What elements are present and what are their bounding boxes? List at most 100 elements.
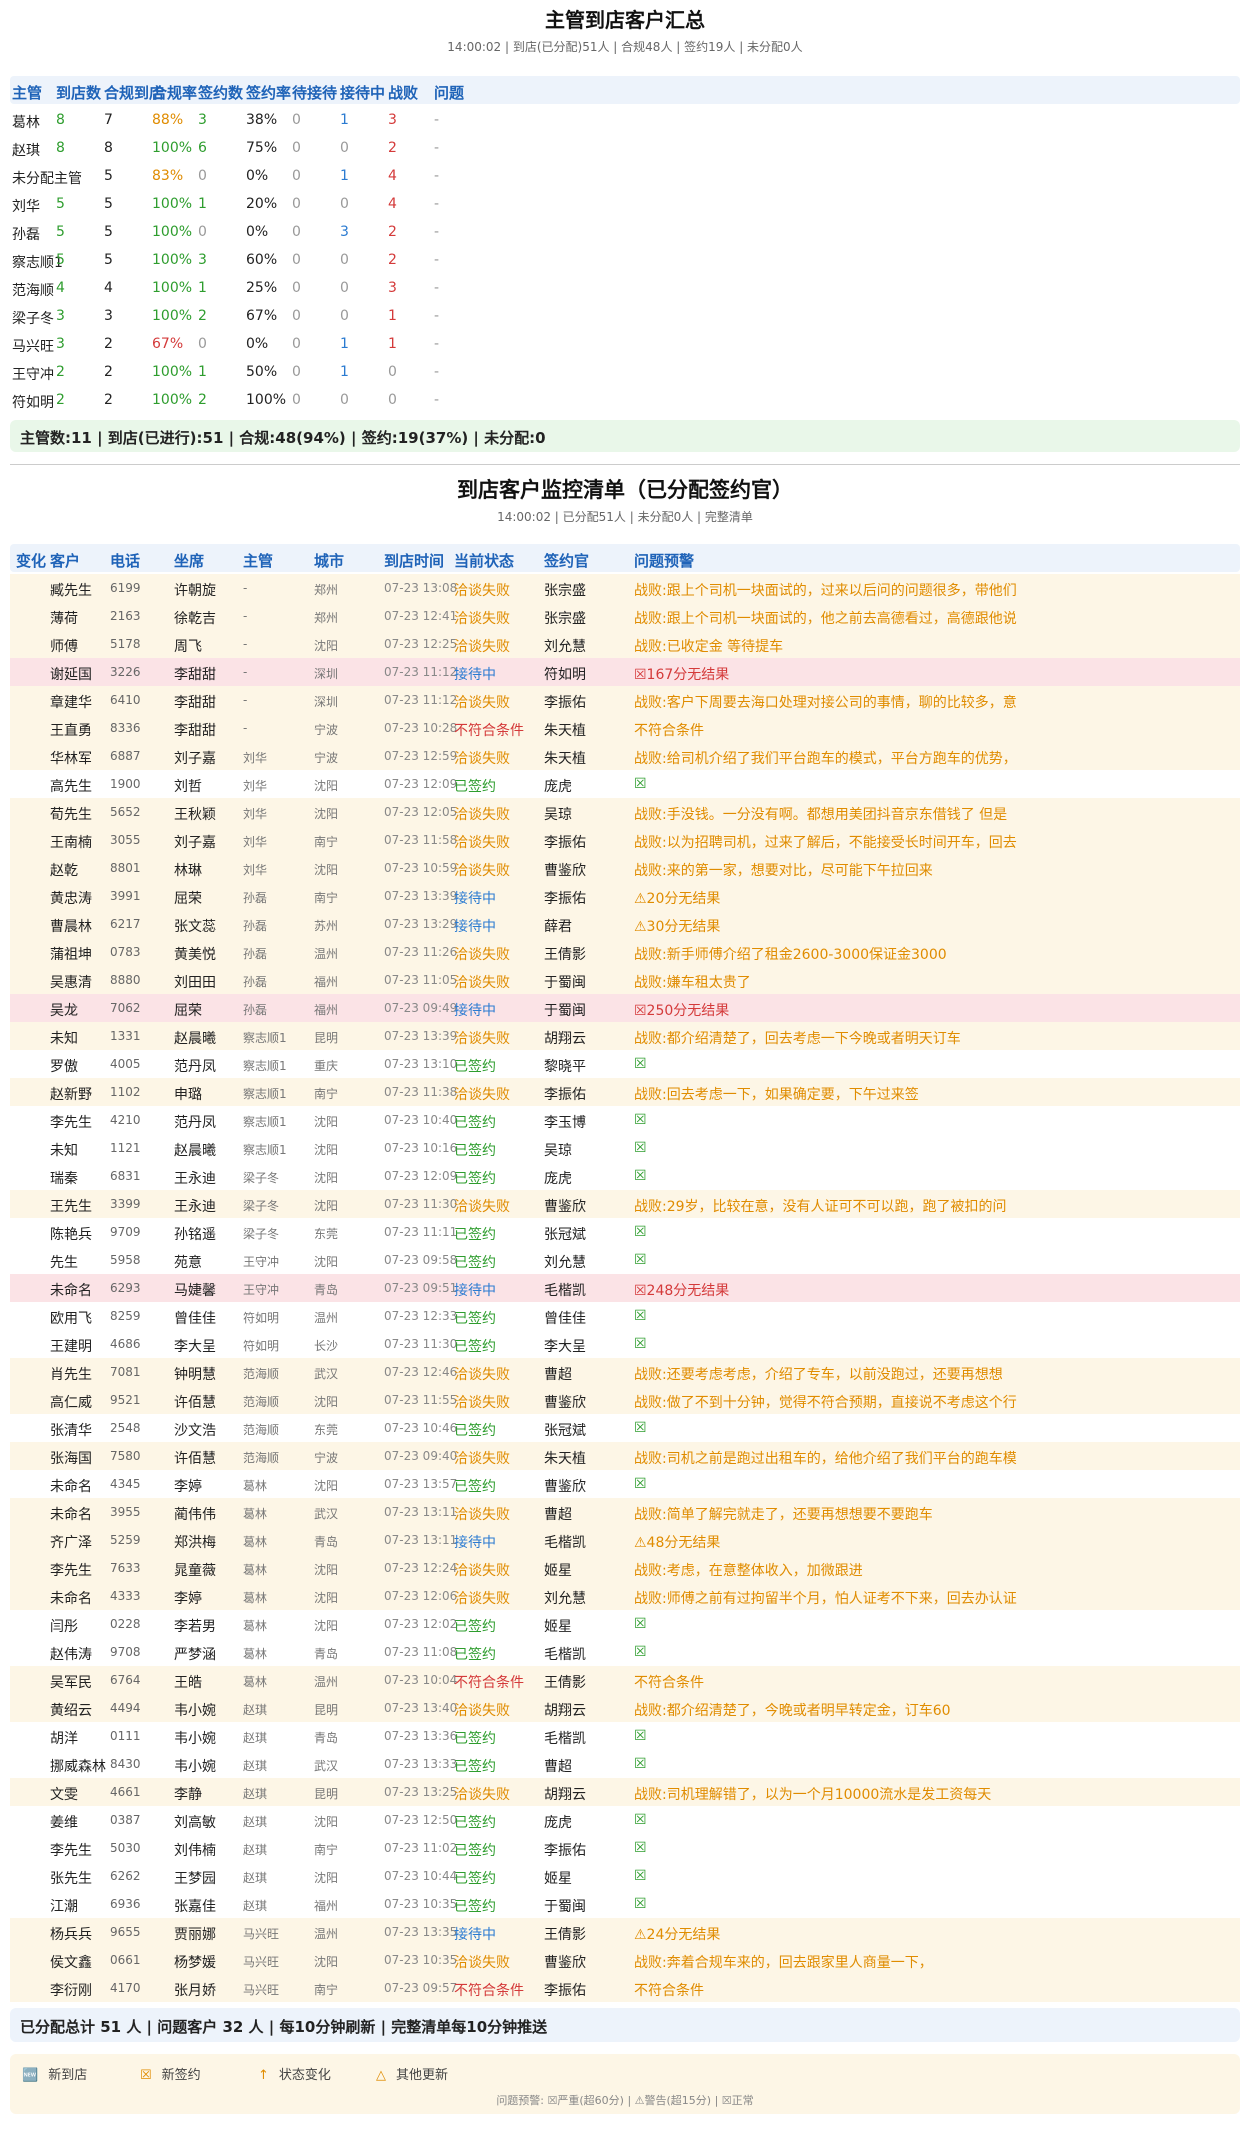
customer-row[interactable]: 李衍刚 4170 张月娇 马兴旺 南宁 07-23 09:57 不符合条件 李振佑 不符合条件 <box>10 1974 1240 2002</box>
customer-row[interactable]: 谢延国 3226 李甜甜 - 深圳 07-23 11:12 接待中 符如明 ☒167分无结果 <box>10 658 1240 686</box>
customer-row[interactable]: 臧先生 6199 许朝旋 - 郑州 07-23 13:08 洽谈失败 张宗盛 战败:跟上个司机一… <box>10 574 1240 602</box>
customer-row[interactable]: 未命名 6293 马婕馨 王守冲 青岛 07-23 09:51 接待中 毛楷凯 ☒248分无结果 <box>10 1274 1240 1302</box>
city-name: 沈阳 <box>314 1115 339 1129</box>
alert-text: 战败:29岁，比较在意，没有人证可不可以跑，跑了被扣的问 <box>634 1199 1007 1215</box>
arrow-up-icon: ↑ <box>258 2068 269 2083</box>
supervisor-name: 范海顺 <box>243 1451 280 1465</box>
customer-row[interactable]: 姜维 0387 刘高敏 赵琪 沈阳 07-23 12:50 已签约 庞虎 ☒ <box>10 1806 1240 1834</box>
customer-row[interactable]: 荀先生 5652 王秋颖 刘华 沈阳 07-23 12:05 洽谈失败 吴琼 战败:手没钱。一分… <box>10 798 1240 826</box>
status-label: 已签约 <box>454 1647 496 1663</box>
city-name: 沈阳 <box>314 1955 339 1969</box>
arrival-time: 07-23 13:40 <box>384 1701 458 1715</box>
customer-row[interactable]: 侯文鑫 0661 杨梦媛 马兴旺 沈阳 07-23 10:35 洽谈失败 曹鉴欣 战败:奔着合规… <box>10 1946 1240 1974</box>
triangle-icon: △ <box>376 2068 386 2083</box>
customer-row[interactable]: 师傅 5178 周飞 - 沈阳 07-23 12:25 洽谈失败 刘允慧 战败:已收定金 等待提… <box>10 630 1240 658</box>
customer-row[interactable]: 李先生 7633 晁童薇 葛林 沈阳 07-23 12:24 洽谈失败 姬星 战败:考虑，在意整… <box>10 1554 1240 1582</box>
customer-row[interactable]: 高仁威 9521 许佰慧 范海顺 沈阳 07-23 11:55 洽谈失败 曹鉴欣 战败:做了不到… <box>10 1386 1240 1414</box>
supervisor-name: 赵琪 <box>243 1759 268 1773</box>
summary-cell-issue: - <box>434 336 440 352</box>
customer-row[interactable]: 李先生 5030 刘伟楠 赵琪 南宁 07-23 11:02 已签约 李振佑 ☒ <box>10 1834 1240 1862</box>
summary-cell-arrivals: 3 <box>56 336 65 352</box>
supervisor-name: 葛林 <box>243 1507 268 1521</box>
status-label: 洽谈失败 <box>454 1591 510 1607</box>
customer-row[interactable]: 蒲祖坤 0783 黄美悦 孙磊 温州 07-23 11:26 洽谈失败 王倩影 战败:新手师傅介… <box>10 938 1240 966</box>
customer-row[interactable]: 王直勇 8336 李甜甜 - 宁波 07-23 10:28 不符合条件 朱天植 不符合条件 <box>10 714 1240 742</box>
customer-row[interactable]: 闫彤 0228 李若男 葛林 沈阳 07-23 12:02 已签约 姬星 ☒ <box>10 1610 1240 1638</box>
summary-cell-arrivals: 3 <box>56 308 65 324</box>
alert-text: 战败:手没钱。一分没有啊。都想用美团抖音京东借钱了 但是 <box>634 807 1008 823</box>
arrival-time: 07-23 12:25 <box>384 637 458 651</box>
arrival-time: 07-23 12:24 <box>384 1561 458 1575</box>
customer-row[interactable]: 文雯 4661 李静 赵琪 昆明 07-23 13:25 洽谈失败 胡翔云 战败:司机理解错了，… <box>10 1778 1240 1806</box>
customer-row[interactable]: 未命名 4345 李婷 葛林 沈阳 07-23 13:57 已签约 曹鉴欣 ☒ <box>10 1470 1240 1498</box>
customer-row[interactable]: 赵新野 1102 申璐 察志顺1 南宁 07-23 11:38 洽谈失败 李振佑 战败:回去考虑… <box>10 1078 1240 1106</box>
customer-row[interactable]: 未命名 3955 蔺伟伟 葛林 武汉 07-23 13:11 洽谈失败 曹超 战败:简单了解完就… <box>10 1498 1240 1526</box>
legend-item-new-signed: ☒ 新签约 <box>140 2064 201 2083</box>
customer-row[interactable]: 黄绍云 4494 韦小婉 赵琪 昆明 07-23 13:40 洽谈失败 胡翔云 战败:都介绍清楚… <box>10 1694 1240 1722</box>
city-name: 沈阳 <box>314 1171 339 1185</box>
customer-row[interactable]: 陈艳兵 9709 孙铭遥 梁子冬 东莞 07-23 11:11 已签约 张冠斌 ☒ <box>10 1218 1240 1246</box>
arrival-time: 07-23 13:25 <box>384 1785 458 1799</box>
customer-name: 罗傲 <box>50 1059 78 1075</box>
arrival-time: 07-23 11:30 <box>384 1337 458 1351</box>
customer-row[interactable]: 齐广泽 5259 郑洪梅 葛林 青岛 07-23 13:11 接待中 毛楷凯 ⚠48分无结果 <box>10 1526 1240 1554</box>
summary-cell-compliant: 5 <box>104 168 113 184</box>
summary-cell-compliant: 2 <box>104 392 113 408</box>
seat-agent: 刘高敏 <box>174 1815 216 1831</box>
arrival-time: 07-23 09:57 <box>384 1981 458 1995</box>
customer-row[interactable]: 吴惠清 8880 刘田田 孙磊 福州 07-23 11:05 洽谈失败 于蜀闽 战败:嫌车租太贵… <box>10 966 1240 994</box>
seat-agent: 赵晨曦 <box>174 1143 216 1159</box>
arrival-time: 07-23 10:44 <box>384 1869 458 1883</box>
customer-row[interactable]: 赵伟涛 9708 严梦涵 葛林 青岛 07-23 11:08 已签约 毛楷凯 ☒ <box>10 1638 1240 1666</box>
customer-phone: 6199 <box>110 581 141 595</box>
alert-text: ☒248分无结果 <box>634 1283 730 1299</box>
customer-row[interactable]: 未知 1121 赵晨曦 察志顺1 沈阳 07-23 10:16 已签约 吴琼 ☒ <box>10 1134 1240 1162</box>
customer-row[interactable]: 张先生 6262 王梦园 赵琪 沈阳 07-23 10:44 已签约 姬星 ☒ <box>10 1862 1240 1890</box>
alert-text: ☒ <box>634 1644 647 1660</box>
status-label: 已签约 <box>454 1759 496 1775</box>
customer-row[interactable]: 章建华 6410 李甜甜 - 深圳 07-23 11:12 洽谈失败 李振佑 战败:客户下周要去… <box>10 686 1240 714</box>
customer-row[interactable]: 胡洋 0111 韦小婉 赵琪 青岛 07-23 13:36 已签约 毛楷凯 ☒ <box>10 1722 1240 1750</box>
summary-cell-issue: - <box>434 168 440 184</box>
supervisor-name: 孙磊 <box>243 919 268 933</box>
customer-row[interactable]: 华林军 6887 刘子嘉 刘华 宁波 07-23 12:59 洽谈失败 朱天植 战败:给司机介绍… <box>10 742 1240 770</box>
supervisor-name: 刘华 <box>243 751 268 765</box>
summary-row: 刘华 5 5 100% 1 20% 0 0 4 - <box>10 190 1240 218</box>
customer-phone: 1102 <box>110 1085 141 1099</box>
customer-row[interactable]: 挪威森林 8430 韦小婉 赵琪 武汉 07-23 13:33 已签约 曹超 ☒ <box>10 1750 1240 1778</box>
customer-row[interactable]: 杨兵兵 9655 贾丽娜 马兴旺 温州 07-23 13:35 接待中 王倩影 ⚠24分无结果 <box>10 1918 1240 1946</box>
customer-row[interactable]: 李先生 4210 范丹凤 察志顺1 沈阳 07-23 10:40 已签约 李玉博 ☒ <box>10 1106 1240 1134</box>
customer-row[interactable]: 未知 1331 赵晨曦 察志顺1 昆明 07-23 13:39 洽谈失败 胡翔云 战败:都介绍清… <box>10 1022 1240 1050</box>
customer-phone: 4170 <box>110 1981 141 1995</box>
customer-phone: 5958 <box>110 1253 141 1267</box>
customer-phone: 8430 <box>110 1757 141 1771</box>
customer-row[interactable]: 江潮 6936 张嘉佳 赵琪 福州 07-23 10:35 已签约 于蜀闽 ☒ <box>10 1890 1240 1918</box>
customer-row[interactable]: 肖先生 7081 钟明慧 范海顺 武汉 07-23 12:46 洽谈失败 曹超 战败:还要考虑考… <box>10 1358 1240 1386</box>
seat-agent: 王皓 <box>174 1675 202 1691</box>
signing-officer: 刘允慧 <box>544 1591 586 1607</box>
customer-row[interactable]: 赵乾 8801 林琳 刘华 沈阳 07-23 10:59 洽谈失败 曹鉴欣 战败:来的第一家，想… <box>10 854 1240 882</box>
customer-row[interactable]: 张清华 2548 沙文浩 范海顺 东莞 07-23 10:46 已签约 张冠斌 ☒ <box>10 1414 1240 1442</box>
customer-row[interactable]: 张海国 7580 许佰慧 范海顺 宁波 07-23 09:40 洽谈失败 朱天植 战败:司机之前… <box>10 1442 1240 1470</box>
customer-name: 江潮 <box>50 1899 78 1915</box>
customer-row[interactable]: 未命名 4333 李婷 葛林 沈阳 07-23 12:06 洽谈失败 刘允慧 战败:师傅之前有过… <box>10 1582 1240 1610</box>
customer-row[interactable]: 吴龙 7062 屈荣 孙磊 福州 07-23 09:49 接待中 于蜀闽 ☒250分无结果 <box>10 994 1240 1022</box>
customer-row[interactable]: 王建明 4686 李大呈 符如明 长沙 07-23 11:30 已签约 李大呈 ☒ <box>10 1330 1240 1358</box>
customer-row[interactable]: 先生 5958 苑意 王守冲 沈阳 07-23 09:58 已签约 刘允慧 ☒ <box>10 1246 1240 1274</box>
customer-row[interactable]: 瑞秦 6831 王永迪 梁子冬 沈阳 07-23 12:09 已签约 庞虎 ☒ <box>10 1162 1240 1190</box>
customer-row[interactable]: 王南楠 3055 刘子嘉 刘华 南宁 07-23 11:58 洽谈失败 李振佑 战败:以为招聘司… <box>10 826 1240 854</box>
customer-row[interactable]: 高先生 1900 刘哲 刘华 沈阳 07-23 12:09 已签约 庞虎 ☒ <box>10 770 1240 798</box>
seat-agent: 申璐 <box>174 1087 202 1103</box>
customer-row[interactable]: 黄忠涛 3991 屈荣 孙磊 南宁 07-23 13:39 接待中 李振佑 ⚠20分无结果 <box>10 882 1240 910</box>
customer-row[interactable]: 罗傲 4005 范丹凤 察志顺1 重庆 07-23 13:10 已签约 黎晓平 ☒ <box>10 1050 1240 1078</box>
alert-text: ☒ <box>634 1896 647 1912</box>
seat-agent: 王梦园 <box>174 1871 216 1887</box>
customer-phone: 6764 <box>110 1673 141 1687</box>
customer-row[interactable]: 欧用飞 8259 曾佳佳 符如明 温州 07-23 12:33 已签约 曾佳佳 ☒ <box>10 1302 1240 1330</box>
customer-name: 吴惠清 <box>50 975 92 991</box>
customer-row[interactable]: 王先生 3399 王永迪 梁子冬 沈阳 07-23 11:30 洽谈失败 曹鉴欣 战败:29岁，… <box>10 1190 1240 1218</box>
supervisor-name: 葛林 <box>243 1619 268 1633</box>
customer-row[interactable]: 曹晨林 6217 张文蕊 孙磊 苏州 07-23 13:29 接待中 薛君 ⚠30分无结果 <box>10 910 1240 938</box>
customer-row[interactable]: 薄荷 2163 徐乾吉 - 郑州 07-23 12:41 洽谈失败 张宗盛 战败:跟上个司机一块… <box>10 602 1240 630</box>
customer-row[interactable]: 吴军民 6764 王皓 葛林 温州 07-23 10:04 不符合条件 王倩影 不符合条件 <box>10 1666 1240 1694</box>
